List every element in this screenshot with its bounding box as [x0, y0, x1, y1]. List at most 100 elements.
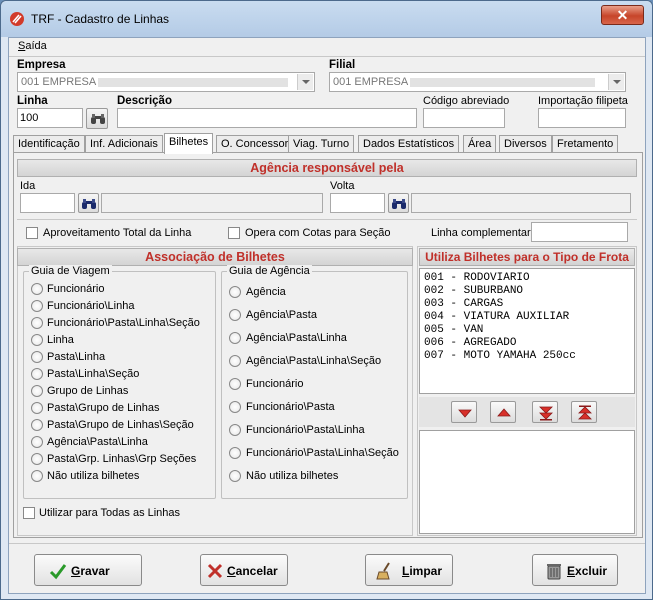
frota-header: Utiliza Bilhetes para o Tipo de Frota — [419, 248, 635, 266]
guia-viagem-option-0: Funcionário — [47, 283, 105, 295]
close-button[interactable]: ✕ — [601, 5, 644, 25]
tab-dados-estatisticos[interactable]: Dados Estatísticos — [358, 135, 460, 153]
empresa-combo[interactable]: 001 EMPRESA — [17, 72, 315, 92]
filial-combo[interactable]: 001 EMPRESA — [329, 72, 626, 92]
importacao-filipeta-input[interactable] — [538, 108, 626, 128]
limpar-button[interactable]: Limpar — [365, 554, 453, 586]
frota-list-item[interactable]: 001 - RODOVIARIO — [424, 272, 530, 284]
guia-agencia-radio-2[interactable] — [229, 332, 241, 344]
guia-viagem-radio-1[interactable] — [31, 300, 43, 312]
utilizar-todas-label: Utilizar para Todas as Linhas — [39, 507, 181, 519]
guia-viagem-option-7: Pasta\Grupo de Linhas — [47, 402, 160, 414]
volta-description-field — [411, 193, 631, 213]
tab-area[interactable]: Área — [463, 135, 497, 153]
frota-list-item[interactable]: 006 - AGREGADO — [424, 337, 516, 349]
codigo-abreviado-input[interactable] — [423, 108, 505, 128]
opera-cotas-label: Opera com Cotas para Seção — [245, 227, 391, 239]
tab-viag-turno[interactable]: Viag. Turno — [288, 135, 355, 153]
tab-inf-adicionais[interactable]: Inf. Adicionais — [85, 135, 163, 153]
gravar-button[interactable]: Gravar — [34, 554, 142, 586]
bottom-divider — [9, 543, 645, 544]
guia-viagem-radio-10[interactable] — [31, 453, 43, 465]
guia-viagem-option-4: Pasta\Linha — [47, 351, 106, 363]
binoculars-icon — [82, 199, 96, 209]
tab-o-concessor[interactable]: O. Concessor — [216, 135, 294, 153]
empresa-redacted — [98, 78, 288, 87]
binoculars-icon — [392, 199, 406, 209]
tab-bilhetes[interactable]: Bilhetes — [164, 133, 214, 154]
guia-agencia-option-2: Agência\Pasta\Linha — [246, 332, 347, 344]
guia-agencia-option-8: Não utiliza bilhetes — [246, 470, 339, 482]
menu-divider — [9, 56, 645, 57]
ida-code-input[interactable] — [20, 193, 75, 213]
bilhetes-panel: Agência responsável pela Ida Volta Aprov… — [13, 152, 643, 538]
linha-complementar-label: Linha complementar — [431, 227, 531, 239]
linha-search-button[interactable] — [86, 108, 108, 129]
aproveitamento-checkbox[interactable] — [26, 227, 38, 239]
importacao-filipeta-label: Importação filipeta — [538, 95, 628, 107]
guia-viagem-radio-9[interactable] — [31, 436, 43, 448]
guia-agencia-radio-1[interactable] — [229, 309, 241, 321]
frota-list-item[interactable]: 003 - CARGAS — [424, 298, 503, 310]
frota-list-item[interactable]: 004 - VIATURA AUXILIAR — [424, 311, 569, 323]
guia-viagem-option-6: Grupo de Linhas — [47, 385, 129, 397]
linha-input[interactable]: 100 — [17, 108, 83, 128]
empresa-label: Empresa — [17, 59, 66, 71]
menu-saida[interactable]: Saída — [18, 40, 47, 52]
guia-viagem-radio-8[interactable] — [31, 419, 43, 431]
tab-identificacao[interactable]: Identificação — [13, 135, 85, 153]
chevron-down-icon[interactable] — [608, 74, 624, 90]
app-logo-icon — [10, 12, 24, 26]
descricao-input[interactable] — [117, 108, 417, 128]
guia-agencia-radio-4[interactable] — [229, 378, 241, 390]
guia-viagem-radio-3[interactable] — [31, 334, 43, 346]
volta-code-input[interactable] — [330, 193, 385, 213]
move-all-down-button[interactable] — [532, 401, 558, 423]
binoculars-icon — [91, 114, 105, 124]
title-bar[interactable]: TRF - Cadastro de Linhas ✕ — [1, 1, 652, 37]
tab-fretamento[interactable]: Fretamento — [552, 135, 619, 153]
triangle-down-icon — [458, 409, 472, 418]
ida-label: Ida — [20, 180, 36, 192]
volta-search-button[interactable] — [388, 193, 409, 213]
linha-complementar-input[interactable] — [531, 222, 628, 242]
move-all-up-button[interactable] — [571, 401, 597, 423]
guia-agencia-radio-3[interactable] — [229, 355, 241, 367]
guia-agencia-radio-0[interactable] — [229, 286, 241, 298]
guia-viagem-radio-4[interactable] — [31, 351, 43, 363]
move-up-button[interactable] — [490, 401, 516, 423]
triangle-up-icon — [497, 408, 511, 417]
ida-description-field — [101, 193, 323, 213]
guia-viagem-option-8: Pasta\Grupo de Linhas\Seção — [47, 419, 194, 431]
guia-agencia-option-3: Agência\Pasta\Linha\Seção — [246, 355, 382, 367]
frota-list-item[interactable]: 007 - MOTO YAMAHA 250cc — [424, 350, 576, 362]
guia-viagem-radio-2[interactable] — [31, 317, 43, 329]
guia-viagem-radio-0[interactable] — [31, 283, 43, 295]
utilizar-todas-checkbox[interactable] — [23, 507, 35, 519]
frota-available-list[interactable]: 001 - RODOVIARIO 002 - SUBURBANO 003 - C… — [419, 268, 635, 394]
guia-viagem-radio-11[interactable] — [31, 470, 43, 482]
guia-agencia-radio-6[interactable] — [229, 424, 241, 436]
cancelar-button[interactable]: Cancelar — [200, 554, 288, 586]
guia-agencia-radio-5[interactable] — [229, 401, 241, 413]
opera-cotas-checkbox[interactable] — [228, 227, 240, 239]
frota-list-item[interactable]: 005 - VAN — [424, 324, 483, 336]
window-title: TRF - Cadastro de Linhas — [31, 12, 170, 26]
chevron-down-icon[interactable] — [297, 74, 313, 90]
double-triangle-down-icon — [539, 406, 553, 421]
tab-diversos[interactable]: Diversos — [499, 135, 552, 153]
aproveitamento-label: Aproveitamento Total da Linha — [43, 227, 192, 239]
guia-viagem-radio-7[interactable] — [31, 402, 43, 414]
guia-viagem-radio-5[interactable] — [31, 368, 43, 380]
guia-viagem-radio-6[interactable] — [31, 385, 43, 397]
ida-search-button[interactable] — [78, 193, 99, 213]
frota-list-item[interactable]: 002 - SUBURBANO — [424, 285, 523, 297]
descricao-label: Descrição — [117, 95, 172, 107]
guia-agencia-radio-7[interactable] — [229, 447, 241, 459]
guia-agencia-radio-8[interactable] — [229, 470, 241, 482]
frota-selected-list[interactable] — [419, 430, 635, 534]
guia-agencia-option-0: Agência — [246, 286, 286, 298]
excluir-button[interactable]: Excluir — [532, 554, 618, 586]
move-down-button[interactable] — [451, 401, 477, 423]
guia-agencia-title: Guia de Agência — [227, 265, 312, 277]
